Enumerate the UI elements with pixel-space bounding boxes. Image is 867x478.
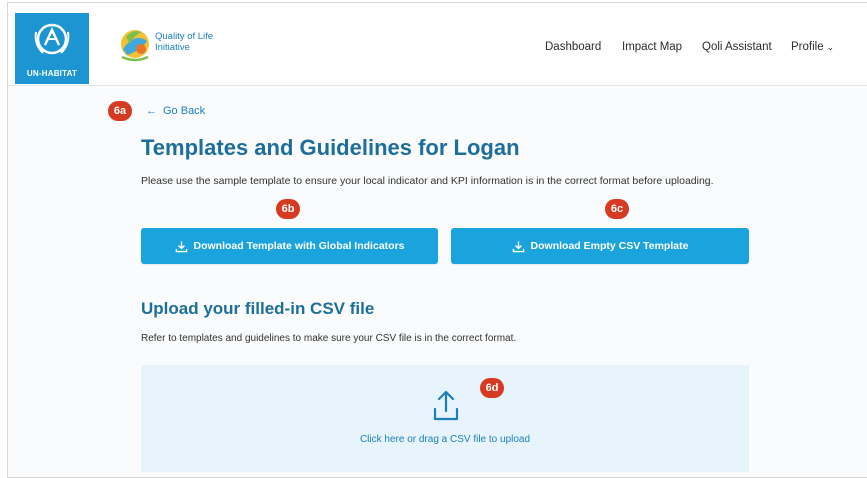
go-back-label: Go Back (163, 105, 206, 117)
un-habitat-label: UN-HABITAT (26, 69, 78, 78)
download-global-template-button[interactable]: Download Template with Global Indicators (141, 228, 438, 264)
annotation-badge-6d: 6d (480, 378, 504, 398)
nav-impact-map[interactable]: Impact Map (622, 41, 682, 53)
upload-section-description: Refer to templates and guidelines to mak… (141, 333, 517, 344)
qol-line-2: Initiative (155, 42, 190, 53)
quality-of-life-logo[interactable]: Quality of Life Initiative (118, 27, 243, 67)
download-empty-csv-label: Download Empty CSV Template (530, 240, 689, 252)
page-description: Please use the sample template to ensure… (141, 175, 714, 187)
download-global-template-label: Download Template with Global Indicators (193, 240, 405, 252)
un-habitat-logo[interactable]: UN-HABITAT (15, 13, 89, 84)
qol-emblem-icon (121, 30, 149, 62)
nav-dashboard[interactable]: Dashboard (545, 41, 601, 53)
qol-line-1: Quality of Life (155, 31, 214, 42)
qol-wordmark: Quality of Life Initiative (155, 31, 213, 53)
annotation-badge-6a: 6a (108, 101, 132, 121)
nav-qoli-assistant[interactable]: Qoli Assistant (702, 41, 772, 53)
upload-icon (433, 390, 459, 421)
upload-section-title: Upload your filled-in CSV file (141, 299, 375, 318)
nav-profile-menu[interactable]: Profile ⌄ (791, 41, 834, 53)
top-navbar: UN-HABITAT Quality of Life Initiative Da… (8, 3, 867, 86)
chevron-down-icon: ⌄ (826, 42, 835, 52)
go-back-link[interactable]: ← Go Back (146, 105, 205, 117)
download-empty-csv-button[interactable]: Download Empty CSV Template (451, 228, 749, 264)
download-icon (175, 240, 187, 252)
nav-profile-label: Profile (791, 41, 824, 53)
annotation-badge-6c: 6c (605, 199, 629, 219)
annotation-badge-6b: 6b (276, 199, 300, 219)
un-emblem-icon (34, 23, 70, 55)
arrow-left-icon: ← (146, 105, 157, 117)
page-title: Templates and Guidelines for Logan (141, 135, 520, 160)
csv-upload-dropzone[interactable]: 6d Click here or drag a CSV file to uplo… (141, 365, 749, 472)
app-window: UN-HABITAT Quality of Life Initiative Da… (7, 2, 867, 478)
dropzone-instructions: Click here or drag a CSV file to upload (359, 434, 531, 445)
download-icon (512, 240, 524, 252)
